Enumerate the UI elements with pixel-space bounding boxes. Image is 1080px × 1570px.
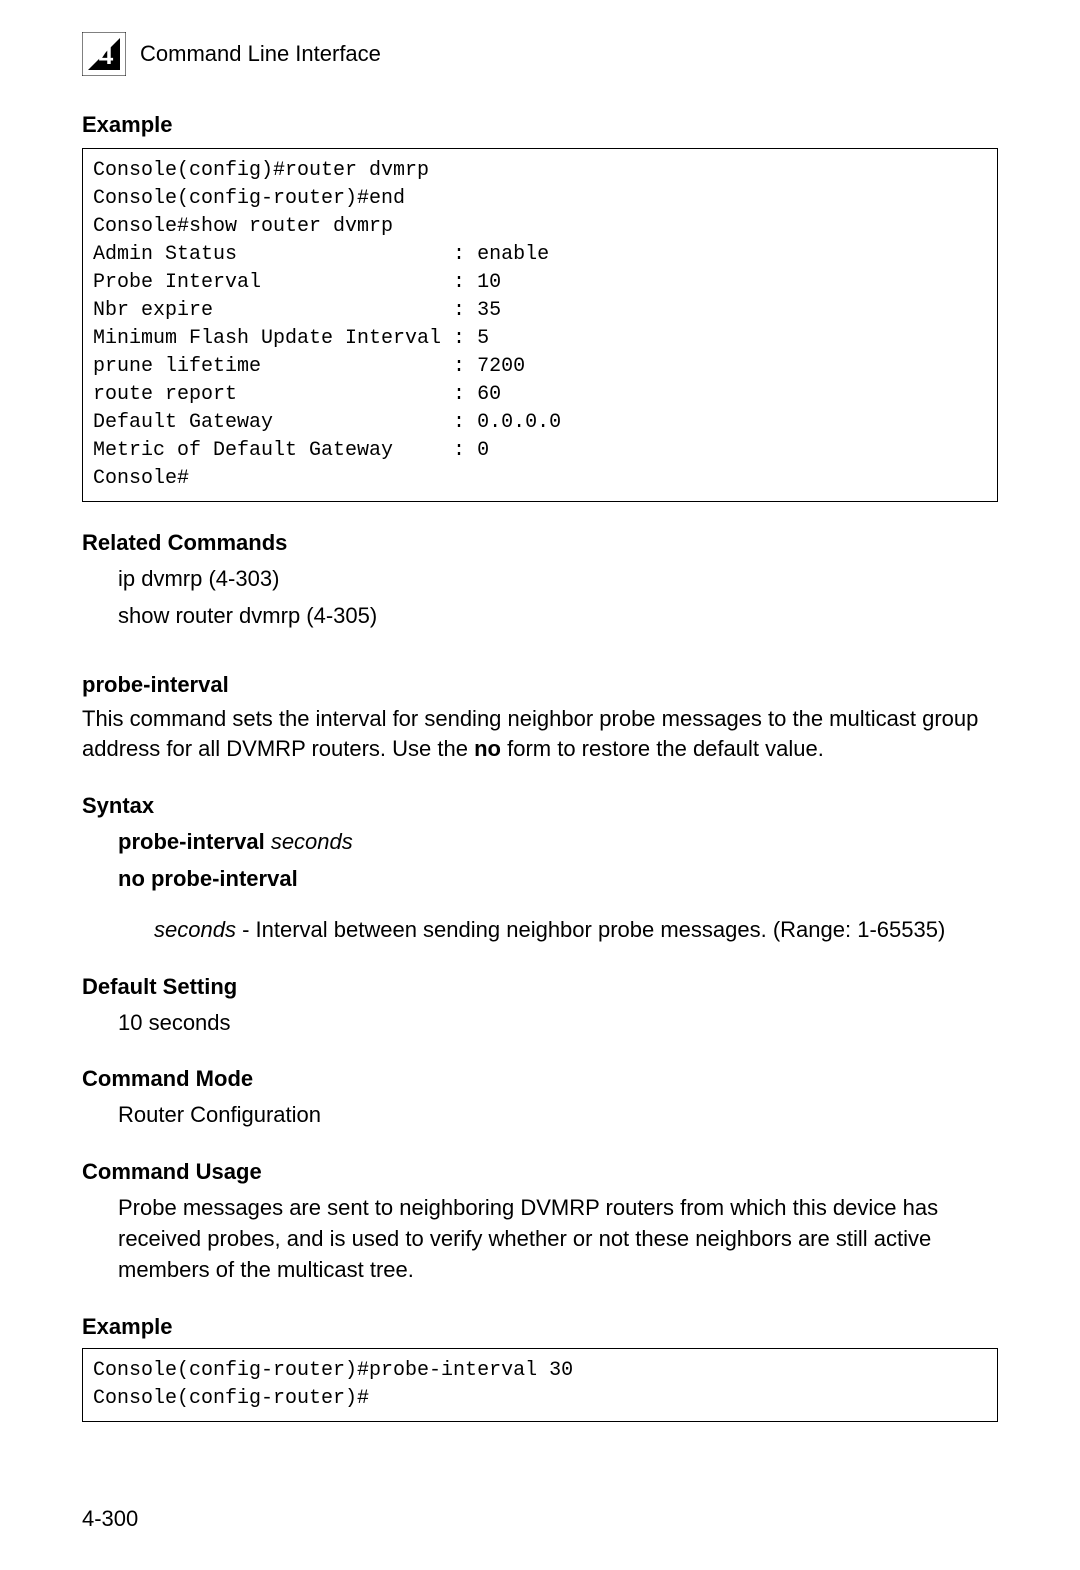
syntax-param: seconds [271, 829, 353, 854]
command-usage-value: Probe messages are sent to neighboring D… [118, 1193, 998, 1285]
related-commands-heading: Related Commands [82, 530, 998, 556]
command-desc-bold: no [474, 736, 501, 761]
page-number: 4-300 [82, 1506, 138, 1532]
command-mode-value: Router Configuration [118, 1100, 998, 1131]
example-code-2: Console(config-router)#probe-interval 30… [82, 1348, 998, 1422]
syntax-line-2: no probe-interval [118, 864, 998, 895]
syntax-line-1: probe-interval seconds [118, 827, 998, 858]
chapter-number-icon: 4 [82, 32, 126, 76]
syntax-command: probe-interval [118, 829, 271, 854]
default-setting-value: 10 seconds [118, 1008, 998, 1039]
command-usage-heading: Command Usage [82, 1159, 998, 1185]
default-setting-heading: Default Setting [82, 974, 998, 1000]
syntax-heading: Syntax [82, 793, 998, 819]
syntax-param-text: - Interval between sending neighbor prob… [236, 917, 945, 942]
syntax-param-desc: seconds - Interval between sending neigh… [154, 915, 998, 946]
example-code-1: Console(config)#router dvmrp Console(con… [82, 148, 998, 502]
page-header: 4 Command Line Interface [82, 32, 998, 76]
svg-text:4: 4 [99, 40, 114, 70]
related-command-item: show router dvmrp (4-305) [118, 601, 998, 632]
command-description: This command sets the interval for sendi… [82, 704, 998, 766]
example-heading-2: Example [82, 1314, 998, 1340]
example-heading-1: Example [82, 112, 998, 138]
command-desc-post: form to restore the default value. [501, 736, 824, 761]
command-name-heading: probe-interval [82, 672, 998, 698]
related-command-item: ip dvmrp (4-303) [118, 564, 998, 595]
chapter-title: Command Line Interface [140, 41, 381, 67]
syntax-param-name: seconds [154, 917, 236, 942]
command-mode-heading: Command Mode [82, 1066, 998, 1092]
